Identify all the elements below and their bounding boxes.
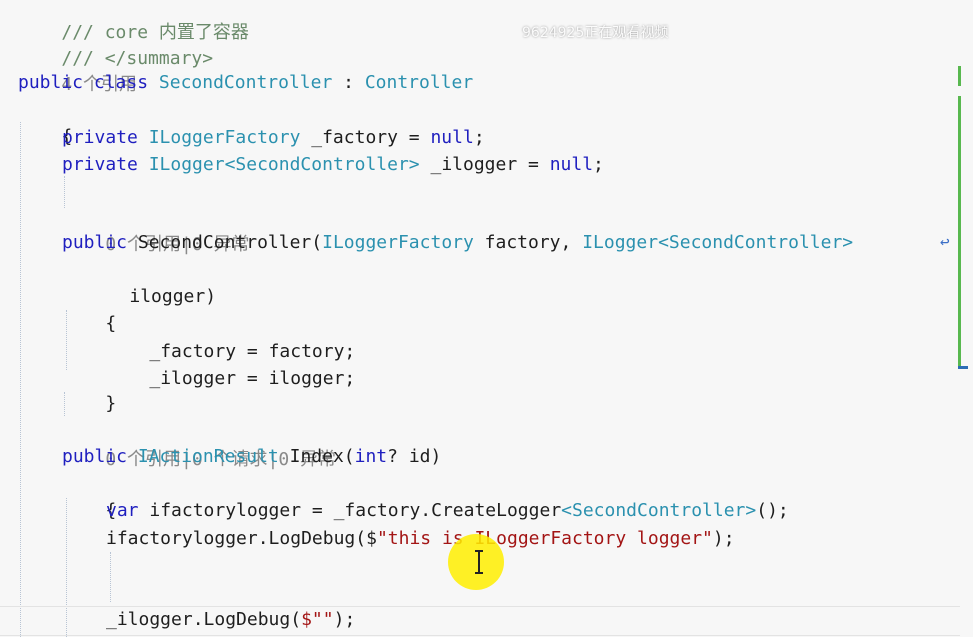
punctuation: ); xyxy=(712,528,735,549)
punctuation: > xyxy=(842,232,854,253)
parameter: ilogger) xyxy=(129,286,217,307)
punctuation: > xyxy=(745,500,757,521)
type-name: SecondController xyxy=(235,154,409,175)
keyword: private xyxy=(62,154,138,175)
string-prefix: $ xyxy=(366,528,377,549)
code-line-field-factory: private ILoggerFactory _factory = null; xyxy=(62,124,485,151)
code-line-index-method: public IActionResult Index(int? id) xyxy=(62,443,441,470)
statement: ifactorylogger.LogDebug( xyxy=(106,528,367,549)
string-prefix: $ xyxy=(301,609,312,630)
identifier: _factory = xyxy=(300,127,431,148)
viewer-watermark: 9624925正在观看视频 xyxy=(522,25,669,41)
brace: } xyxy=(105,393,117,414)
punctuation: (); xyxy=(756,500,789,521)
method-name: SecondController( xyxy=(127,232,323,253)
code-line-create-logger: var ifactorylogger = _factory.CreateLogg… xyxy=(106,497,789,524)
code-line-ilogger-debug[interactable]: _ilogger.LogDebug($""); xyxy=(106,606,355,633)
code-line-brace: { xyxy=(62,470,116,521)
code-line-comment: /// </summary> xyxy=(18,18,213,69)
code-line-assignment: _factory = factory; xyxy=(106,311,355,362)
punctuation: < xyxy=(561,500,572,521)
identifier: _ilogger = xyxy=(419,154,550,175)
type-name: ILogger xyxy=(148,154,225,175)
codelens-class[interactable]: 4 个引用 xyxy=(18,44,137,95)
indent-guide xyxy=(110,552,111,602)
string-literal: "" xyxy=(311,609,334,630)
keyword: class xyxy=(93,72,149,93)
code-line-brace: { xyxy=(18,96,72,147)
keyword: private xyxy=(62,127,138,148)
change-indicator-bar xyxy=(958,66,961,86)
method-name: Index( xyxy=(278,446,355,467)
punctuation: > xyxy=(408,154,420,175)
code-editor[interactable]: /// core 内置了容器 /// </summary> 4 个引用 publ… xyxy=(0,0,973,637)
change-indicator-bar xyxy=(958,96,961,366)
codelens-constructor[interactable]: 0 个引用|0 异常 xyxy=(62,204,249,255)
keyword: public xyxy=(62,446,128,467)
string-literal: "this is ILoggerFactory logger" xyxy=(376,528,713,549)
scroll-position-marker[interactable] xyxy=(958,366,968,369)
indent-guide xyxy=(20,122,21,637)
word-wrap-icon: ↩ xyxy=(940,232,950,251)
keyword: var xyxy=(106,500,139,521)
code-line-assignment: _ilogger = ilogger; xyxy=(106,338,355,389)
code-line-log-debug: ifactorylogger.LogDebug($"this is ILogge… xyxy=(106,525,735,552)
type-name: IActionResult xyxy=(137,446,279,467)
type-name: ILoggerFactory xyxy=(322,232,474,253)
code-line-constructor: public SecondController(ILoggerFactory f… xyxy=(62,229,853,256)
punctuation: ; xyxy=(593,154,604,175)
keyword: null xyxy=(549,154,594,175)
statement: ifactorylogger = _factory.CreateLogger xyxy=(138,500,562,521)
punctuation: ; xyxy=(473,127,485,148)
keyword: null xyxy=(430,127,474,148)
code-line-brace: } xyxy=(62,363,116,414)
code-line-field-ilogger: private ILogger<SecondController> _ilogg… xyxy=(62,151,604,178)
parameter: factory, xyxy=(473,232,583,253)
punctuation: : xyxy=(332,72,365,93)
parameter: ? id) xyxy=(387,446,442,467)
keyword: public xyxy=(62,232,128,253)
punctuation: < xyxy=(224,154,236,175)
keyword: public xyxy=(18,72,84,93)
type-name: ILoggerFactory xyxy=(148,127,301,148)
keyword: int xyxy=(354,446,388,467)
code-line-constructor-continued: ilogger) xyxy=(86,256,216,307)
code-line-class-declaration: public class SecondController : Controll… xyxy=(18,69,473,96)
statement: _ilogger.LogDebug( xyxy=(106,609,302,630)
code-line-brace: { xyxy=(62,283,116,334)
punctuation: < xyxy=(658,232,669,253)
base-type: Controller xyxy=(364,72,474,93)
punctuation: ); xyxy=(333,609,356,630)
type-name: ILogger xyxy=(582,232,659,253)
codelens-index[interactable]: 0 个引用|0 个请求|0 异常 xyxy=(62,419,336,470)
type-name: SecondController xyxy=(668,232,843,253)
class-name: SecondController xyxy=(158,72,333,93)
ibeam-cursor-icon xyxy=(475,550,483,574)
statement: _ilogger = ilogger; xyxy=(149,368,356,389)
type-name: SecondController xyxy=(572,500,746,521)
code-line-comment: /// core 内置了容器 xyxy=(18,0,249,43)
